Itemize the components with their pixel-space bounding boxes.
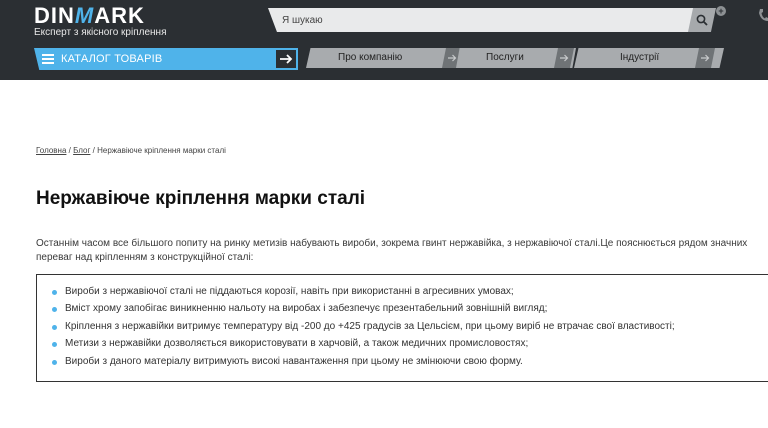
intro-line: переваг над кріпленням з конструкційної … [36,252,254,263]
menu-icon [42,54,54,64]
catalog-label: КАТАЛОГ ТОВАРІВ [61,53,163,65]
search-icon [696,14,708,26]
intro-line: Останнім часом все більшого попиту на ри… [36,238,748,249]
logo[interactable]: DINMARK [34,3,145,29]
tagline: Експерт з якісного кріплення [34,27,167,38]
main-content: Головна / Блог / Нержавіюче кріплення ма… [0,80,768,428]
logo-mark: M [74,3,95,28]
arrow-right-icon [280,54,293,64]
list-item: Вироби з нержавіючої сталі не піддаються… [52,283,675,300]
search-box [268,8,716,32]
search-input[interactable] [282,8,682,32]
advantages-list-box: Вироби з нержавіючої сталі не піддаються… [36,274,768,382]
article-intro: Останнім часом все більшого попиту на ри… [36,237,768,265]
nav-item-label: Про компанію [338,52,403,63]
plus-icon[interactable]: + [716,6,726,16]
logo-text-right: ARK [94,3,145,28]
arrow-right-icon [448,54,457,62]
breadcrumb-current: Нержавіюче кріплення марки сталі [97,146,226,155]
nav-item-label: Послуги [486,52,524,63]
page-title: Нержавіюче кріплення марки сталі [36,188,366,209]
nav-item-label: Індустрії [620,52,660,63]
breadcrumb-home-link[interactable]: Головна [36,146,66,155]
phone-icon[interactable] [758,8,768,22]
list-item: Вміст хрому запобігає виникненню нальоту… [52,300,675,317]
breadcrumb-separator: / [92,146,95,155]
arrow-right-icon [701,54,710,62]
breadcrumb-separator: / [68,146,71,155]
breadcrumb: Головна / Блог / Нержавіюче кріплення ма… [36,146,226,155]
nav-item-about[interactable]: Про компанію [306,48,456,68]
advantages-list: Вироби з нержавіючої сталі не піддаються… [52,283,675,370]
catalog-arrow-button[interactable] [274,48,298,70]
arrow-right-icon [560,54,569,62]
list-item: Вироби з даного матеріалу витримують вис… [52,353,675,370]
list-item: Кріплення з нержавійки витримує температ… [52,318,675,335]
catalog-button[interactable]: КАТАЛОГ ТОВАРІВ [34,48,298,70]
logo-text-left: DIN [34,3,75,28]
site-header: DINMARK Експерт з якісного кріплення + К… [0,0,768,80]
list-item: Метизи з нержавійки дозволяється викорис… [52,335,675,352]
breadcrumb-blog-link[interactable]: Блог [73,146,90,155]
